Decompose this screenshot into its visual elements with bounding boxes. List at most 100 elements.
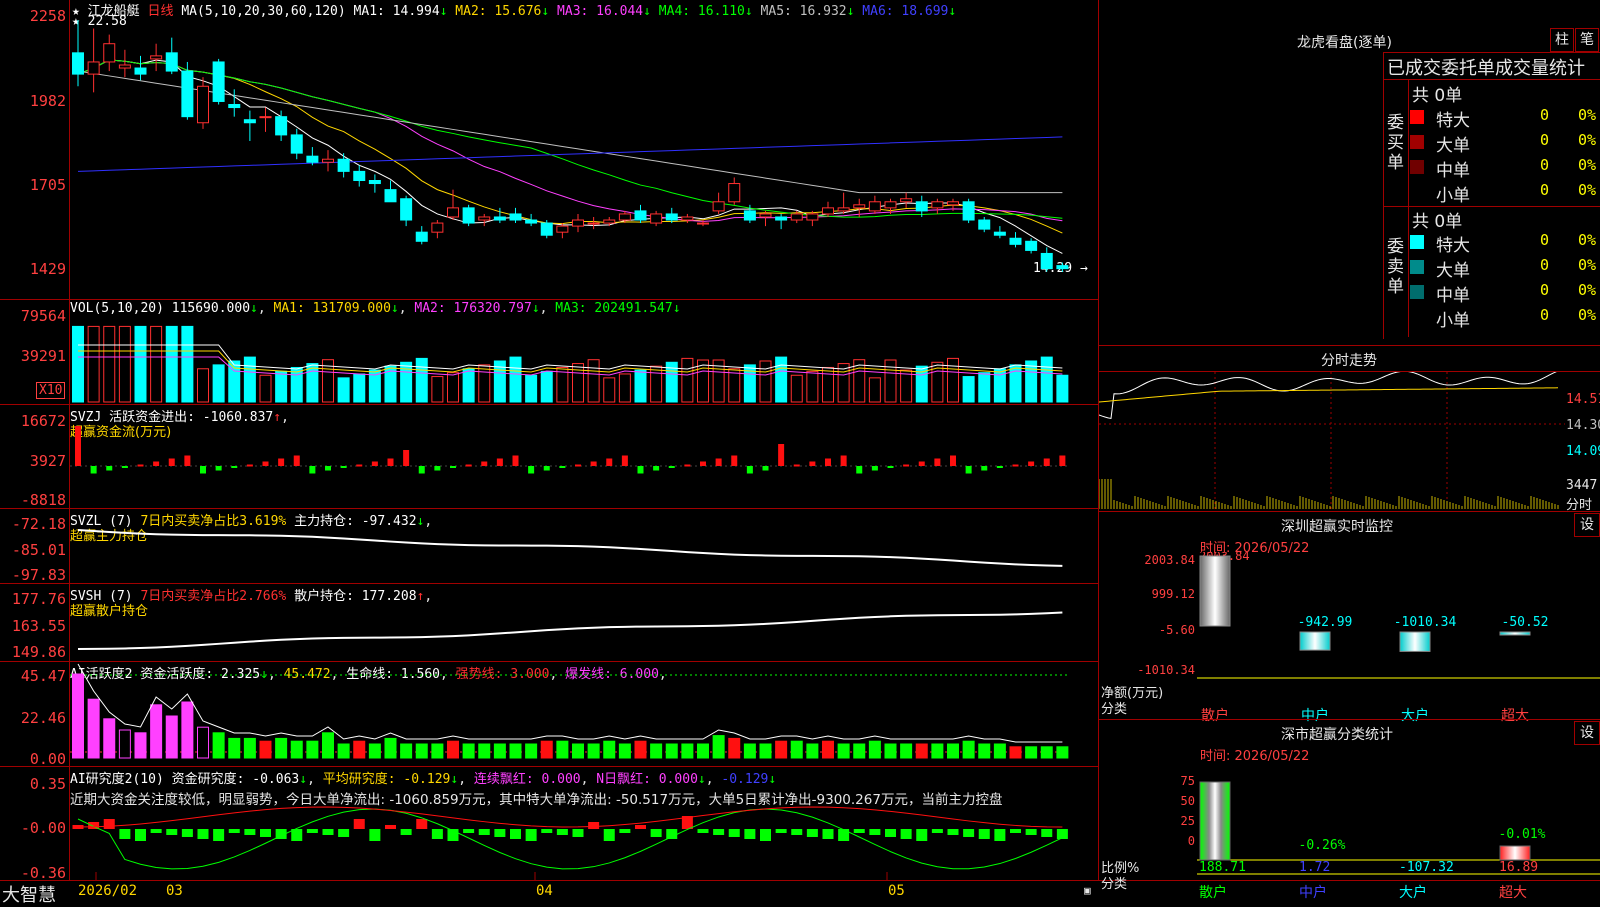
lhb-bar-button[interactable]: 柱: [1550, 28, 1574, 52]
svzj-bar: [653, 466, 660, 471]
candle-body: [322, 158, 334, 163]
ai-bar: [556, 740, 569, 759]
research-bar: [103, 819, 115, 829]
candle-body: [275, 116, 288, 136]
volume-bar: [275, 370, 288, 403]
svzj-bar: [215, 466, 222, 471]
svsh-axis-3: 149.86: [11, 643, 66, 661]
candle-body: [493, 216, 506, 221]
svzj-bar: [434, 466, 441, 471]
volume-bar: [478, 364, 491, 403]
classify-category-label: 大户: [1399, 884, 1427, 900]
order-pct: 0%: [1578, 156, 1597, 174]
svzj-bar: [762, 466, 769, 471]
ai-bar: [259, 740, 272, 759]
ai-bar: [212, 732, 225, 759]
lhb-tick-button[interactable]: 笔: [1575, 28, 1599, 52]
buy-total: 共 0单: [1412, 86, 1463, 106]
research-bar: [619, 829, 631, 833]
research-bar: [635, 825, 646, 829]
candle-body: [978, 219, 991, 230]
svzl-line: [77, 529, 1063, 567]
time-label-1: 2026/02: [78, 883, 138, 899]
kline-chart[interactable]: [70, 0, 1098, 880]
ai-bar: [384, 737, 397, 759]
candle-body: [759, 213, 772, 218]
order-count: 0: [1540, 256, 1550, 274]
volume-bar: [634, 369, 647, 403]
svzl-axis-3: -97.83: [11, 566, 66, 584]
classify-settings-button[interactable]: 设: [1574, 721, 1600, 745]
candle-body: [447, 207, 459, 218]
intraday-chart[interactable]: [1099, 372, 1565, 509]
candle-body: [790, 213, 803, 221]
monitor-settings-button[interactable]: 设: [1574, 513, 1600, 537]
research-bar: [369, 829, 381, 841]
classify-axis-label: 0: [1188, 834, 1195, 848]
candle-body: [228, 104, 241, 109]
svzj-bar: [871, 466, 878, 471]
monitor-chart[interactable]: 2003.84999.12-5.60-1010.342003.84散户-942.…: [1099, 552, 1600, 722]
candle-body: [243, 119, 256, 124]
candle-body: [853, 204, 866, 209]
volume-bar: [1040, 356, 1053, 403]
ai-bar: [962, 740, 975, 759]
order-pct: 0%: [1578, 106, 1597, 124]
ai-bar: [900, 743, 913, 759]
ai-bar: [103, 718, 116, 759]
color-swatch: [1410, 285, 1424, 299]
candle-body: [556, 225, 569, 233]
ai-bar: [650, 743, 663, 759]
classify-axis-label: 75: [1181, 774, 1195, 788]
svzj-bar: [231, 466, 238, 468]
volume-bar: [118, 325, 131, 403]
svzj-bar: [309, 466, 316, 474]
ai-bar: [181, 701, 194, 759]
candle-body: [431, 222, 444, 233]
candle-body: [962, 201, 975, 221]
ma60-line: [77, 70, 1063, 194]
candle-body: [775, 216, 788, 221]
candle-body: [728, 183, 741, 203]
svzj-bar: [75, 426, 81, 466]
candle-body: [712, 201, 725, 212]
classify-top: [1099, 719, 1600, 720]
classify-pct-label: -0.01%: [1499, 827, 1546, 842]
svzj-bar: [184, 455, 191, 466]
classify-chart[interactable]: 75 50 25 0 -0.26% -0.01% 188.71 散户 1.72 中户 -107.32…: [1099, 760, 1600, 900]
lhb-title: 龙虎看盘(逐单): [1297, 35, 1392, 51]
research-bar: [338, 829, 350, 837]
ai-bar: [337, 743, 350, 759]
ai-bar: [322, 732, 334, 759]
research-bar: [744, 829, 756, 839]
ma5-line: [77, 59, 1063, 254]
order-pct: 0%: [1578, 231, 1597, 249]
volume-bar: [790, 374, 803, 403]
ma30-line: [77, 59, 1063, 219]
svzj-bar: [496, 458, 503, 466]
candle-body: [587, 222, 600, 225]
monitor-axis-label: -1010.34: [1137, 663, 1195, 677]
order-size-label: 小单: [1436, 186, 1470, 206]
order-count: 0: [1540, 156, 1550, 174]
volume-bar: [759, 360, 772, 403]
ai-bar: [462, 743, 475, 759]
svzj-bar: [809, 461, 816, 466]
candle-body: [87, 61, 100, 75]
ai-bar: [697, 743, 709, 759]
research-bar: [150, 829, 162, 833]
candle-body: [1025, 240, 1038, 251]
ai-bar: [478, 743, 491, 759]
lock-icon[interactable]: ▣: [1084, 884, 1091, 897]
order-size-label: 小单: [1436, 311, 1470, 331]
order-pct: 0%: [1578, 306, 1597, 324]
ai-bar: [743, 743, 756, 759]
research-bar: [806, 829, 818, 837]
candle-body: [1056, 265, 1069, 270]
svzj-bar: [403, 450, 410, 466]
ai-bar: [665, 743, 678, 759]
ai-bar: [634, 740, 647, 759]
research-bar: [650, 829, 662, 837]
brand-logo: 大智慧: [2, 885, 56, 906]
intraday-price-line: [1099, 372, 1557, 420]
